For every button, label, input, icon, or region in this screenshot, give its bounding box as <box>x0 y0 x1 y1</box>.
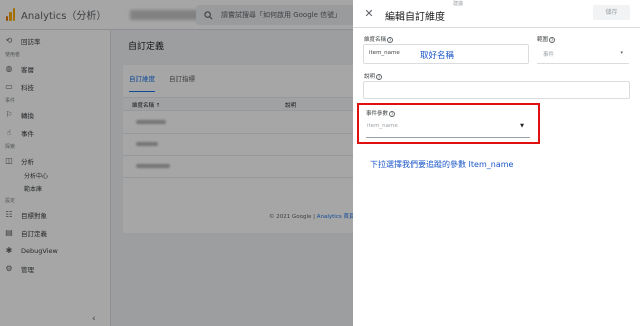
event-param-value: item_name <box>367 123 398 129</box>
help-icon[interactable]: ? <box>549 36 556 43</box>
close-icon[interactable]: ✕ <box>363 8 375 20</box>
annotation-param-note: 下拉選擇我們要追蹤的參數 Item_name <box>370 160 514 169</box>
event-param-select[interactable]: item_name ▼ <box>366 117 530 138</box>
dimension-name-value: item_name <box>369 50 400 56</box>
chevron-down-icon: ▾ <box>620 50 623 56</box>
scope-select: 事件 ▾ <box>537 45 629 64</box>
dimension-name-label: 維度名稱? <box>364 36 394 43</box>
annotation-name-note: 取好名稱 <box>420 51 455 61</box>
description-label: 說明? <box>364 73 383 80</box>
scope-label: 範圍? <box>537 36 556 43</box>
dropdown-arrow-icon: ▼ <box>520 123 524 129</box>
panel-title: 編輯自訂維度 <box>385 12 445 23</box>
event-param-label: 事件參數? <box>366 110 396 117</box>
modal-backdrop[interactable] <box>0 0 353 326</box>
header-divider <box>353 27 640 28</box>
description-field[interactable] <box>363 81 630 99</box>
help-icon[interactable]: ? <box>376 73 383 80</box>
help-icon[interactable]: ? <box>389 110 396 117</box>
save-button[interactable]: 儲存 <box>593 5 630 20</box>
edit-dimension-panel: 建議 ✕ 編輯自訂維度 儲存 維度名稱? item_name 取好名稱 範圍? … <box>353 0 640 326</box>
scope-value: 事件 <box>543 52 555 58</box>
panel-top-label: 建議 <box>453 1 464 7</box>
help-icon[interactable]: ? <box>387 36 394 43</box>
